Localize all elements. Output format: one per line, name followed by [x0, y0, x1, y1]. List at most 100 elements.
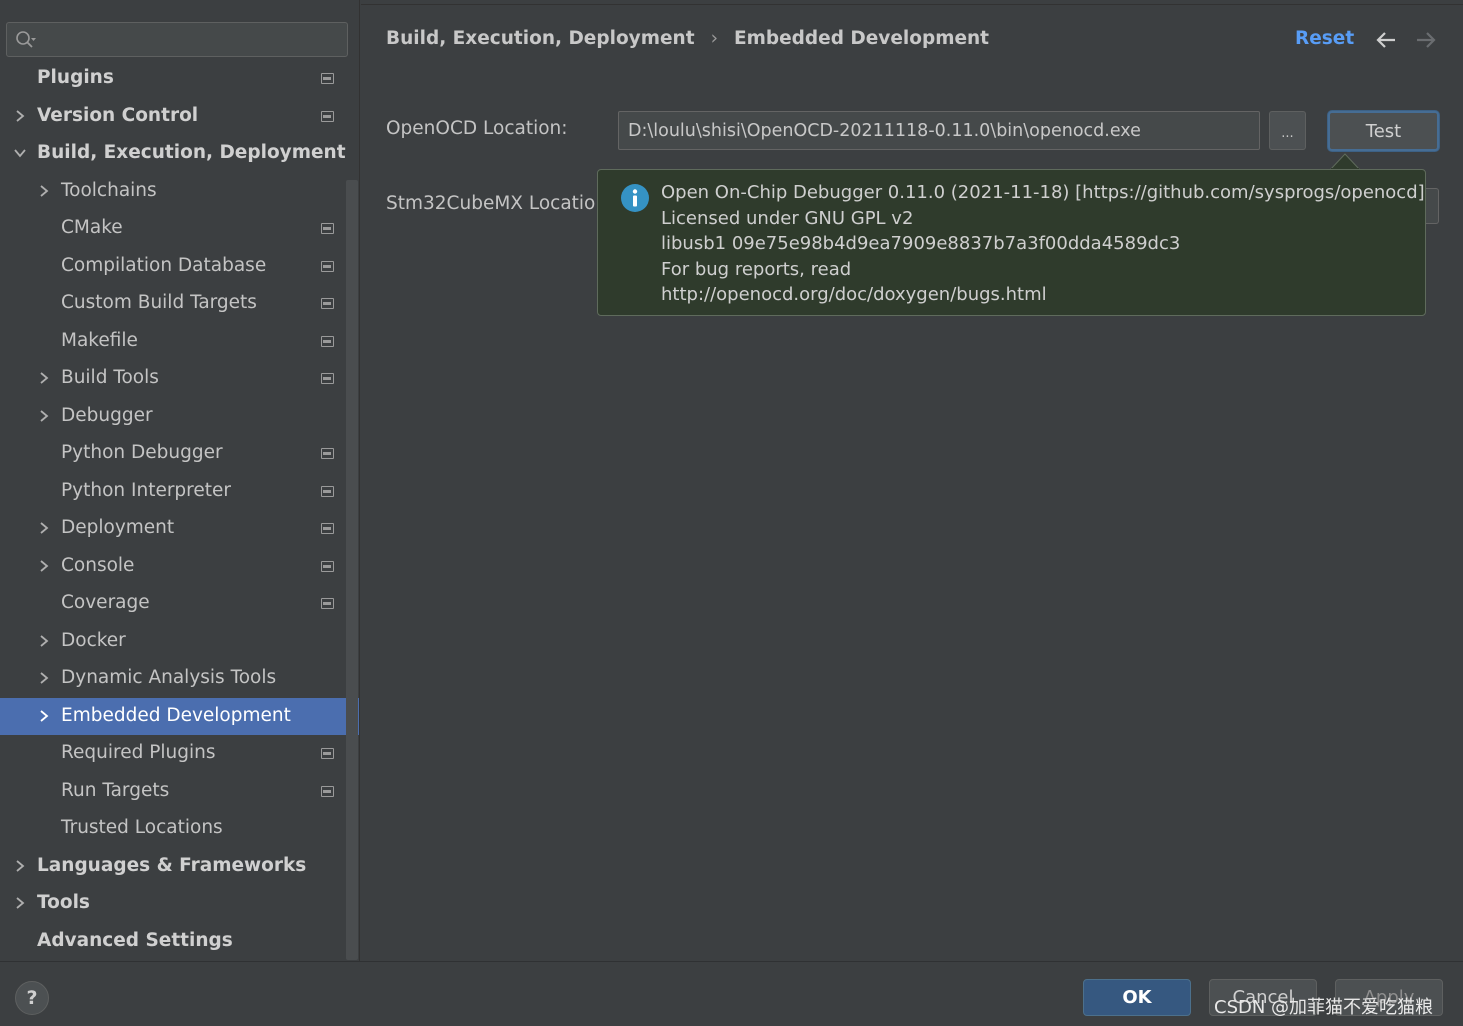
- sidebar-item-label: Docker: [61, 629, 126, 651]
- sidebar-item-deployment[interactable]: Deployment: [0, 510, 359, 547]
- sidebar-item-custom-build-targets[interactable]: Custom Build Targets: [0, 285, 359, 322]
- settings-search-input[interactable]: [43, 27, 341, 52]
- sidebar-item-cmake[interactable]: CMake: [0, 210, 359, 247]
- stm32cubemx-location-label: Stm32CubeMX Location:: [386, 193, 614, 214]
- settings-search-box[interactable]: [6, 22, 348, 57]
- sidebar-item-run-targets[interactable]: Run Targets: [0, 773, 359, 810]
- forward-arrow-icon[interactable]: [1415, 29, 1437, 51]
- project-level-icon: [321, 448, 334, 459]
- project-level-icon: [321, 560, 334, 572]
- sidebar-item-build-tools[interactable]: Build Tools: [0, 360, 359, 397]
- sidebar-item-label: Required Plugins: [61, 742, 216, 763]
- help-button[interactable]: ?: [15, 981, 49, 1015]
- sidebar-item-label: Embedded Development: [61, 704, 291, 726]
- sidebar-item-coverage[interactable]: Coverage: [0, 585, 359, 622]
- stm32cubemx-location-input[interactable]: [1425, 188, 1439, 224]
- project-level-icon: [321, 485, 334, 497]
- sidebar-item-dynamic-analysis-tools[interactable]: Dynamic Analysis Tools: [0, 660, 359, 697]
- chevron-right-icon[interactable]: [37, 671, 51, 685]
- sidebar-item-embedded-development[interactable]: Embedded Development: [0, 697, 359, 735]
- project-level-icon: [321, 298, 334, 309]
- project-level-icon: [321, 785, 334, 797]
- breadcrumb-item-build-execution-deployment[interactable]: Build, Execution, Deployment: [386, 28, 695, 49]
- top-divider: [361, 4, 1463, 5]
- sidebar-scrollbar[interactable]: [346, 180, 358, 960]
- chevron-right-icon[interactable]: [37, 371, 51, 385]
- dialog-footer: ? OK Cancel Apply CSDN @加菲猫不爱吃猫粮: [0, 961, 1463, 1026]
- sidebar-item-docker[interactable]: Docker: [0, 623, 359, 660]
- sidebar-item-label: Dynamic Analysis Tools: [61, 667, 277, 688]
- project-level-icon: [321, 73, 334, 84]
- ok-button[interactable]: OK: [1083, 979, 1191, 1016]
- project-level-icon: [321, 373, 334, 384]
- chevron-right-icon[interactable]: [37, 521, 51, 535]
- sidebar-item-label: Makefile: [61, 329, 138, 351]
- sidebar-item-label: Tools: [37, 892, 90, 913]
- chevron-down-icon[interactable]: [13, 146, 27, 160]
- chevron-right-icon[interactable]: [37, 409, 51, 423]
- test-button[interactable]: Test: [1328, 111, 1439, 151]
- sidebar-item-label: Python Interpreter: [61, 479, 231, 501]
- sidebar-item-plugins[interactable]: Plugins: [0, 60, 359, 97]
- breadcrumb-separator: ›: [710, 28, 718, 49]
- sidebar-item-advanced-settings[interactable]: Advanced Settings: [0, 923, 359, 960]
- sidebar-item-label: Plugins: [37, 67, 114, 88]
- sidebar-item-label: Custom Build Targets: [61, 292, 257, 313]
- popup-pointer: [1330, 153, 1360, 170]
- settings-sidebar: Plugins Version Control Build, Execution, …: [0, 0, 360, 961]
- popup-line: libusb1 09e75e98b4d9ea7909e8837b7a3f00dd…: [661, 233, 1181, 255]
- chevron-right-icon[interactable]: [13, 896, 27, 910]
- sidebar-item-trusted-locations[interactable]: Trusted Locations: [0, 810, 359, 847]
- popup-message: Open On-Chip Debugger 0.11.0 (2021-11-18…: [661, 180, 1425, 308]
- openocd-location-input[interactable]: [618, 111, 1260, 150]
- popup-line: Licensed under GNU GPL v2: [661, 207, 914, 229]
- reset-link[interactable]: Reset: [1295, 28, 1354, 49]
- sidebar-item-label: Python Debugger: [61, 442, 223, 463]
- sidebar-item-label: Toolchains: [61, 179, 157, 201]
- project-level-icon: [321, 223, 334, 234]
- sidebar-item-label: Console: [61, 554, 135, 576]
- project-level-icon: [321, 110, 334, 122]
- sidebar-item-build-execution-deployment[interactable]: Build, Execution, Deployment: [0, 135, 359, 172]
- sidebar-item-toolchains[interactable]: Toolchains: [0, 173, 359, 210]
- breadcrumb: Build, Execution, Deployment › Embedded …: [386, 28, 989, 49]
- sidebar-item-tools[interactable]: Tools: [0, 885, 359, 922]
- popup-line: http://openocd.org/doc/doxygen/bugs.html: [661, 284, 1047, 306]
- sidebar-item-required-plugins[interactable]: Required Plugins: [0, 735, 359, 772]
- sidebar-item-label: Languages & Frameworks: [37, 854, 307, 876]
- popup-line: For bug reports, read: [661, 258, 852, 280]
- sidebar-item-python-interpreter[interactable]: Python Interpreter: [0, 473, 359, 510]
- sidebar-item-label: Advanced Settings: [37, 929, 233, 951]
- chevron-right-icon[interactable]: [13, 109, 27, 123]
- sidebar-item-label: Version Control: [37, 104, 199, 126]
- sidebar-item-label: Debugger: [61, 404, 153, 426]
- sidebar-item-label: Compilation Database: [61, 254, 267, 276]
- sidebar-item-label: Deployment: [61, 517, 175, 538]
- project-level-icon: [321, 335, 334, 347]
- chevron-right-icon[interactable]: [37, 709, 51, 723]
- openocd-location-label: OpenOCD Location:: [386, 118, 568, 139]
- chevron-right-icon[interactable]: [37, 559, 51, 573]
- watermark: CSDN @加菲猫不爱吃猫粮: [1214, 997, 1434, 1018]
- chevron-right-icon[interactable]: [37, 184, 51, 198]
- sidebar-item-makefile[interactable]: Makefile: [0, 323, 359, 360]
- sidebar-item-python-debugger[interactable]: Python Debugger: [0, 435, 359, 472]
- search-icon[interactable]: [15, 30, 37, 50]
- sidebar-item-compilation-database[interactable]: Compilation Database: [0, 248, 359, 285]
- sidebar-item-label: Build, Execution, Deployment: [37, 142, 346, 163]
- sidebar-item-label: CMake: [61, 217, 123, 238]
- sidebar-item-languages-frameworks[interactable]: Languages & Frameworks: [0, 848, 359, 885]
- sidebar-item-console[interactable]: Console: [0, 548, 359, 585]
- sidebar-item-version-control[interactable]: Version Control: [0, 98, 359, 135]
- back-arrow-icon[interactable]: [1375, 29, 1397, 51]
- sidebar-item-debugger[interactable]: Debugger: [0, 398, 359, 435]
- test-result-popup: Open On-Chip Debugger 0.11.0 (2021-11-18…: [597, 169, 1426, 316]
- popup-line: Open On-Chip Debugger 0.11.0 (2021-11-18…: [661, 182, 1425, 203]
- info-icon: [621, 184, 649, 212]
- chevron-right-icon[interactable]: [13, 859, 27, 873]
- browse-openocd-button[interactable]: ...: [1269, 111, 1306, 150]
- sidebar-item-label: Coverage: [61, 592, 150, 613]
- settings-content-panel: Build, Execution, Deployment › Embedded …: [361, 0, 1463, 961]
- project-level-icon: [321, 260, 334, 272]
- chevron-right-icon[interactable]: [37, 634, 51, 648]
